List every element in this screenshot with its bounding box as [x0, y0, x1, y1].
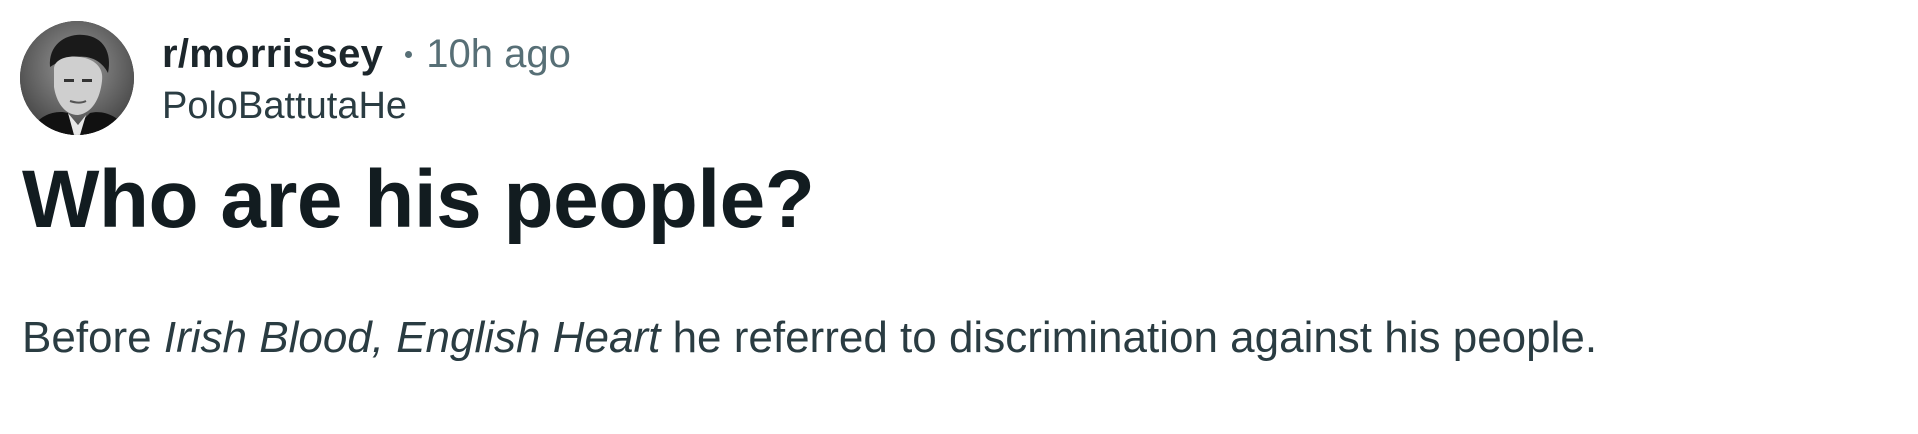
meta-line: r/morrissey 10h ago	[162, 29, 571, 81]
user-avatar-photo-icon	[20, 21, 134, 135]
separator-dot-icon	[405, 51, 413, 58]
post-timestamp: 10h ago	[426, 32, 571, 76]
username-link[interactable]: PoloBattutaHe	[162, 85, 571, 128]
avatar[interactable]	[20, 21, 134, 135]
body-text-before: Before	[22, 313, 164, 362]
post-meta: r/morrissey 10h ago PoloBattutaHe	[162, 29, 571, 128]
post-card[interactable]: r/morrissey 10h ago PoloBattutaHe Who ar…	[0, 0, 1918, 434]
post-body: Before Irish Blood, English Heart he ref…	[22, 308, 1597, 368]
post-title[interactable]: Who are his people?	[22, 150, 815, 250]
post-header: r/morrissey 10h ago PoloBattutaHe	[20, 20, 571, 136]
body-text-italic: Irish Blood, English Heart	[163, 313, 661, 362]
body-text-after: he referred to discrimination against hi…	[660, 313, 1598, 362]
subreddit-link[interactable]: r/morrissey	[162, 32, 383, 77]
